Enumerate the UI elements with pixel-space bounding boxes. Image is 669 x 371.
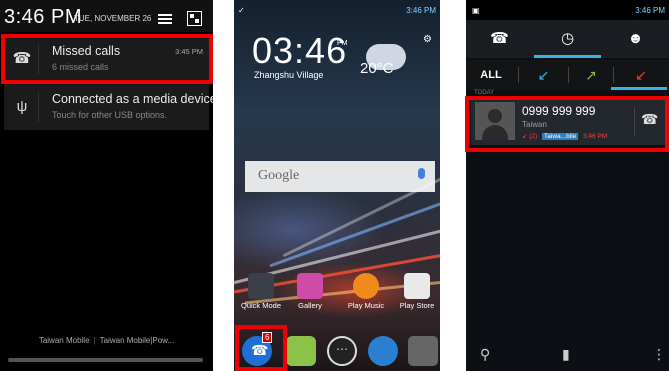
missed-call-icon: ☎ (12, 50, 32, 67)
call-log-row[interactable]: 0999 999 999 Taiwan ↙ (2) Taiwa...bile 3… (471, 97, 666, 145)
clock-icon: ◷ (560, 30, 575, 47)
notification-divider (38, 44, 39, 74)
google-label: Google (258, 168, 300, 183)
call-back-icon[interactable]: ☎ (641, 111, 658, 128)
row-divider (634, 107, 635, 135)
carrier-badge: Taiwa...bile (542, 133, 579, 140)
clock-widget-ampm: PM (337, 40, 348, 47)
search-icon[interactable]: ⚲ (480, 346, 490, 363)
filter-selected-indicator (611, 87, 667, 90)
section-header: TODAY (474, 90, 495, 96)
notification-shade-screen: 3:46 PM TUE, NOVEMBER 26 ☎ Missed calls … (0, 0, 213, 371)
tab-phone[interactable]: ☎ (466, 20, 533, 58)
tab-recent[interactable]: ◷ (534, 20, 601, 58)
app-play-store[interactable]: Play Store (394, 273, 440, 310)
mic-icon[interactable] (418, 168, 425, 179)
call-log-screen: ▣ 3:46 PM ☎ ◷ ☻ ALL ↙ ↗ ↙ TODAY 0999 999… (466, 0, 669, 371)
app-gallery[interactable]: Gallery (289, 273, 331, 310)
usb-icon: ψ (16, 98, 28, 115)
status-bar: ✓ 3:46 PM (234, 0, 440, 20)
widget-settings-icon[interactable]: ⚙ (423, 34, 432, 45)
phone-icon: ☎ (490, 30, 509, 47)
missed-call-arrow-icon: ↙ (522, 133, 528, 140)
call-location: Taiwan (522, 120, 547, 129)
shade-date: TUE, NOVEMBER 26 (74, 14, 152, 23)
dock-phone-button[interactable]: ☎ 6 (242, 332, 273, 366)
screenshot-icon: ▣ (472, 6, 480, 15)
carrier-labels: Taiwan Mobile | Taiwan Mobile|Pow... (38, 336, 175, 345)
dock-apps-button[interactable]: ⋯ (327, 336, 357, 366)
notification-subtitle: Touch for other USB options. (52, 110, 168, 120)
carrier-1: Taiwan Mobile (38, 336, 90, 345)
app-label: Play Store (399, 301, 435, 310)
play-store-icon (404, 273, 430, 299)
app-play-music[interactable]: Play Music (342, 273, 390, 310)
notification-title: Connected as a media device (52, 92, 213, 106)
filter-missed-icon[interactable]: ↙ (616, 60, 666, 90)
app-label: Play Music (347, 301, 385, 310)
home-screen: ✓ 3:46 PM 03:46 PM ⚙ 20°C Zhangshu Villa… (234, 0, 440, 371)
call-time: 3:46 PM (583, 133, 608, 140)
missed-count-badge: 6 (262, 332, 273, 343)
overflow-menu-icon[interactable]: ⋮ (652, 346, 666, 363)
notification-time: 3:45 PM (175, 47, 203, 56)
dock-browser-button[interactable] (368, 336, 398, 366)
google-search-bar[interactable]: Google (245, 161, 435, 192)
call-count: (2) (529, 133, 538, 140)
quick-settings-icon[interactable] (158, 12, 172, 24)
shade-header: 3:46 PM TUE, NOVEMBER 26 (0, 0, 213, 32)
status-time: 3:46 PM (406, 6, 436, 15)
person-icon: ☻ (627, 30, 644, 47)
notification-title: Missed calls (52, 44, 121, 58)
notification-icon: ✓ (238, 6, 245, 15)
tab-contacts[interactable]: ☻ (602, 20, 669, 58)
filter-outgoing-icon[interactable]: ↗ (571, 60, 611, 90)
settings-grid-icon[interactable] (187, 11, 202, 26)
filter-all[interactable]: ALL (466, 60, 516, 90)
shade-time: 3:46 PM (4, 6, 82, 28)
filter-icon[interactable]: ▮ (562, 346, 570, 363)
shade-handle[interactable] (8, 358, 203, 362)
gallery-icon (297, 273, 323, 299)
status-time: 3:46 PM (635, 6, 665, 15)
filter-incoming-icon[interactable]: ↙ (521, 60, 566, 90)
clock-widget-time[interactable]: 03:46 (252, 30, 347, 72)
call-filter-bar: ALL ↙ ↗ ↙ (466, 60, 669, 90)
play-music-icon (353, 273, 379, 299)
bottom-action-bar: ⚲ ▮ ⋮ (466, 340, 669, 371)
temperature: 20°C (360, 60, 394, 77)
avatar (475, 102, 515, 140)
missed-calls-notification[interactable]: ☎ Missed calls 6 missed calls 3:45 PM (4, 36, 209, 82)
notification-divider (38, 92, 39, 122)
apps-grid-icon: ⋯ (336, 342, 348, 356)
carrier-2: Taiwan Mobile|Pow... (99, 336, 175, 345)
usb-notification[interactable]: ψ Connected as a media device Touch for … (4, 84, 213, 130)
call-meta: ↙ (2) Taiwa...bile 3:46 PM (522, 132, 607, 140)
quick-mode-icon (248, 273, 274, 299)
phone-icon: ☎ (251, 342, 269, 358)
dock-camera-button[interactable] (408, 336, 438, 366)
app-label: Quick Mode (240, 301, 282, 310)
location-name: Zhangshu Village (254, 70, 324, 80)
status-bar: ▣ 3:46 PM (466, 0, 669, 20)
call-number: 0999 999 999 (522, 104, 596, 118)
dialer-tabs: ☎ ◷ ☻ (466, 20, 669, 58)
app-quick-mode[interactable]: Quick Mode (240, 273, 282, 310)
notification-subtitle: 6 missed calls (52, 62, 109, 72)
app-label: Gallery (298, 301, 322, 310)
dock-messaging-button[interactable] (286, 336, 316, 366)
